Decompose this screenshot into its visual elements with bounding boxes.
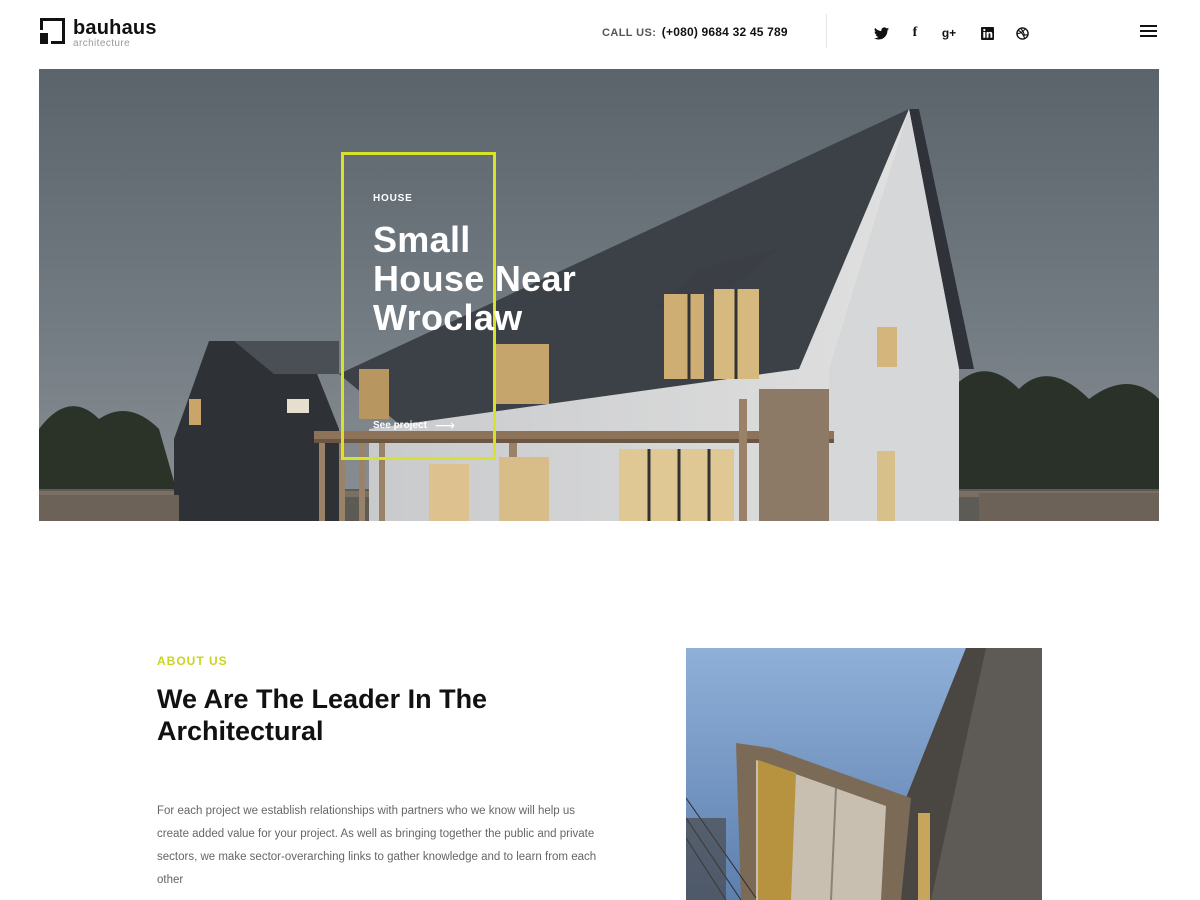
hero-slider: HOUSE Small House Near Wroclaw See proje… <box>39 69 1159 521</box>
hero-title: Small House Near Wroclaw <box>373 220 576 337</box>
twitter-icon <box>873 26 889 39</box>
call-us-number[interactable]: (+080) 9684 32 45 789 <box>662 25 788 39</box>
hero-house-image <box>39 69 1159 521</box>
logo-text: bauhaus architecture <box>73 18 157 49</box>
about-title: We Are The Leader In The Architectural <box>157 684 488 746</box>
call-us: CALL US: (+080) 9684 32 45 789 <box>602 25 788 39</box>
linkedin-icon <box>980 26 994 40</box>
header-divider <box>826 14 827 48</box>
see-project-link[interactable]: See project ⟶ <box>373 418 455 432</box>
about-label: ABOUT US <box>157 654 228 668</box>
dribbble-link[interactable] <box>1013 24 1031 42</box>
twitter-link[interactable] <box>872 24 890 42</box>
facebook-link[interactable]: f <box>906 24 924 42</box>
hero-title-line: Wroclaw <box>373 297 523 338</box>
hero-title-line: House Near <box>373 258 577 299</box>
about-text: For each project we establish relationsh… <box>157 805 597 886</box>
hamburger-menu-button[interactable] <box>1140 24 1158 38</box>
logo-name: bauhaus <box>73 17 157 39</box>
hamburger-menu-icon <box>1140 25 1157 27</box>
logo-subtitle: architecture <box>73 38 131 49</box>
google-plus-icon: g+ <box>941 26 957 40</box>
logo-mark-icon <box>37 18 65 47</box>
about-building-image <box>686 648 1042 900</box>
site-logo[interactable]: bauhaus architecture <box>37 18 157 49</box>
dribbble-icon <box>1015 26 1029 40</box>
call-us-label: CALL US: <box>602 27 657 39</box>
facebook-icon: f <box>912 25 918 40</box>
hero-title-line: Small <box>373 219 471 260</box>
see-project-label: See project <box>373 419 427 431</box>
site-header: bauhaus architecture CALL US: (+080) 968… <box>0 0 1200 68</box>
about-image <box>686 648 1042 900</box>
arrow-right-icon: ⟶ <box>434 417 455 433</box>
google-plus-link[interactable]: g+ <box>940 24 958 42</box>
linkedin-link[interactable] <box>978 24 996 42</box>
hero-category: HOUSE <box>373 193 413 204</box>
